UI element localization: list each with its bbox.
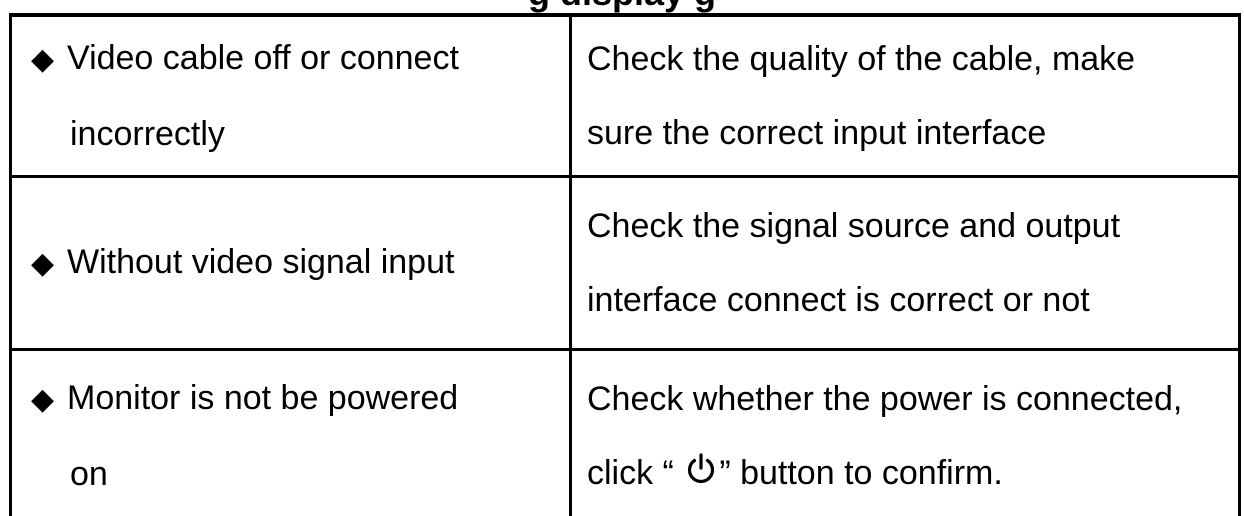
cause-line-continued: on: [70, 455, 108, 493]
cause-line: ◆ Monitor is not be powered: [31, 361, 569, 437]
solution-cell: Check the signal source and output inter…: [569, 175, 1241, 351]
cause-text: Video cable off or connect: [67, 39, 459, 77]
solution-text-continued: click “ ” button to confirm.: [587, 436, 1238, 510]
cause-line: ◆ Video cable off or connect: [31, 21, 569, 97]
diamond-bullet-icon: ◆: [31, 43, 55, 76]
table-row: ◆ Monitor is not be powered on Check whet…: [9, 348, 1241, 516]
section-heading: g display g: [0, 0, 1244, 13]
cause-text: Monitor is not be powered: [67, 379, 459, 417]
solution-text-continued: sure the correct input interface: [587, 114, 1047, 152]
solution-text: Check the signal source and output: [587, 207, 1121, 245]
cause-line-continued: incorrectly: [70, 115, 225, 153]
solution-cell: Check whether the power is connected, cl…: [569, 348, 1241, 516]
cause-line: ◆ Without video signal input: [31, 225, 569, 301]
cause-text: Without video signal input: [67, 243, 455, 281]
solution-suffix: ” button to confirm.: [719, 454, 1003, 492]
cause-cell: ◆ Monitor is not be powered on: [9, 348, 572, 516]
diamond-bullet-icon: ◆: [31, 247, 55, 280]
solution-text: Check whether the power is connected,: [587, 380, 1183, 418]
solution-prefix: click “: [587, 454, 684, 492]
power-icon: [688, 453, 715, 484]
cause-cell: ◆ Without video signal input: [9, 175, 572, 351]
solution-text: Check the quality of the cable, make: [587, 40, 1136, 78]
table-row: ◆ Video cable off or connect incorrectly …: [9, 13, 1241, 178]
solution-text-continued: interface connect is correct or not: [587, 281, 1090, 319]
solution-cell: Check the quality of the cable, make sur…: [569, 13, 1241, 178]
troubleshooting-page: g display g ◆ Video cable off or connect …: [0, 0, 1244, 516]
table-row: ◆ Without video signal input Check the si…: [9, 175, 1241, 351]
cause-cell: ◆ Video cable off or connect incorrectly: [9, 13, 572, 178]
troubleshooting-table: ◆ Video cable off or connect incorrectly …: [9, 13, 1241, 516]
diamond-bullet-icon: ◆: [31, 383, 55, 416]
